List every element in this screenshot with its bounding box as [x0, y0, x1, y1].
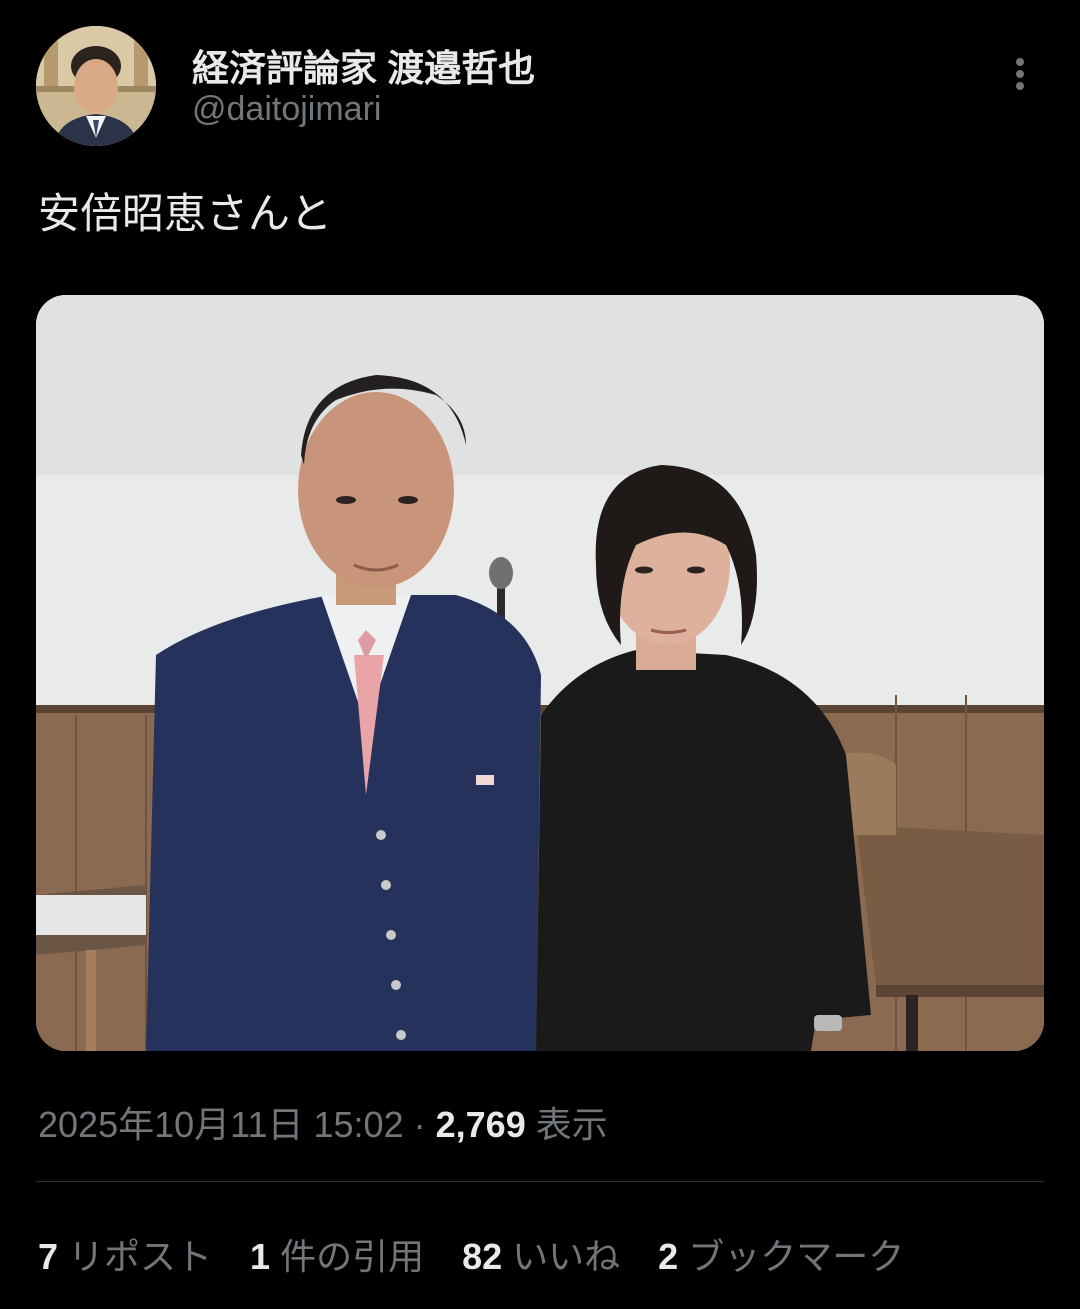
- views-label: 表示: [535, 1104, 608, 1145]
- engagement-stats: 7 リポスト 1 件の引用 82 いいね 2 ブックマーク: [38, 1228, 942, 1280]
- quote-count: 1: [250, 1236, 271, 1277]
- timestamp-row: 2025年10月11日 15:02 · 2,769 表示: [38, 1096, 608, 1148]
- avatar[interactable]: [36, 26, 156, 146]
- separator-dot: ·: [413, 1104, 426, 1145]
- quote-label: 件の引用: [280, 1236, 425, 1277]
- repost-label: リポスト: [68, 1236, 213, 1277]
- stat-reposts[interactable]: 7 リポスト: [38, 1228, 212, 1280]
- tweet-date[interactable]: 2025年10月11日 15:02: [38, 1104, 404, 1145]
- like-label: いいね: [512, 1236, 621, 1277]
- more-options-button[interactable]: [996, 50, 1044, 98]
- views-count: 2,769: [435, 1104, 526, 1145]
- photo-image: [36, 295, 1044, 1051]
- divider: [36, 1181, 1044, 1182]
- tweet-text: 安倍昭恵さんと: [38, 190, 333, 237]
- display-name[interactable]: 経済評論家 渡邉哲也: [192, 38, 535, 92]
- avatar-image: [36, 26, 156, 146]
- stat-quotes[interactable]: 1 件の引用: [250, 1228, 424, 1280]
- like-count: 82: [462, 1236, 503, 1277]
- bookmark-label: ブックマーク: [688, 1236, 905, 1277]
- user-handle[interactable]: @daitojimari: [192, 90, 381, 129]
- bookmark-count: 2: [658, 1236, 679, 1277]
- stat-likes[interactable]: 82 いいね: [462, 1228, 620, 1280]
- repost-count: 7: [38, 1236, 59, 1277]
- stat-bookmarks[interactable]: 2 ブックマーク: [658, 1228, 904, 1280]
- more-vertical-icon: [1016, 58, 1024, 90]
- tweet-photo[interactable]: [36, 295, 1044, 1051]
- tweet-header: 経済評論家 渡邉哲也 @daitojimari: [0, 0, 1080, 160]
